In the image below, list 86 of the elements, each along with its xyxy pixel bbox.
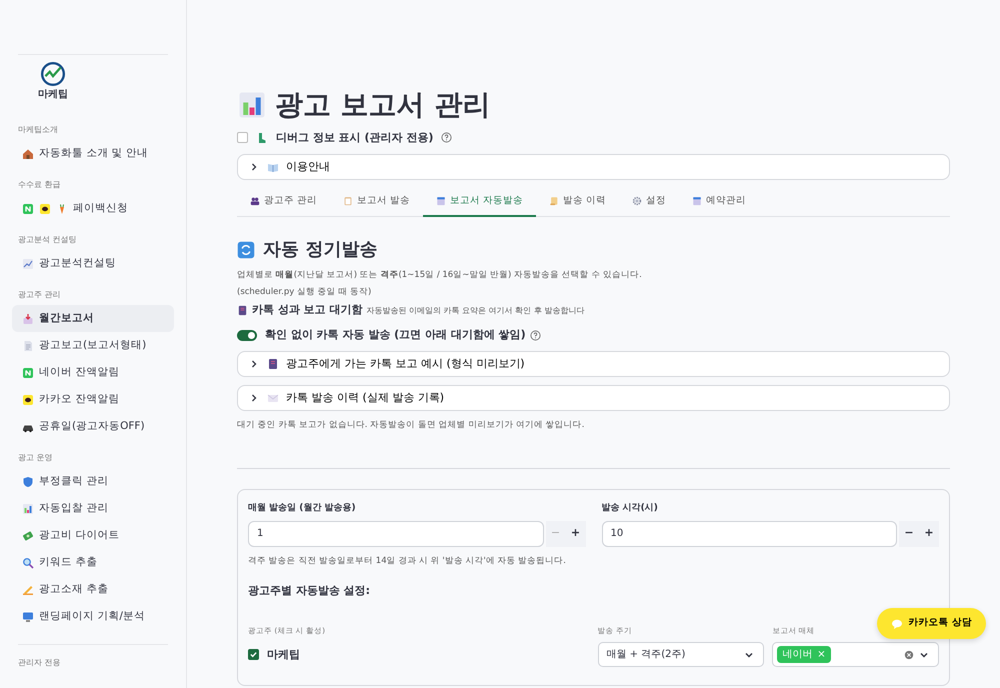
cycle-select[interactable]: 매월 + 격주(2주) bbox=[598, 642, 764, 668]
speech-bubble-icon bbox=[22, 394, 34, 406]
expander[interactable]: 이용안내 bbox=[237, 154, 950, 180]
help-icon bbox=[441, 132, 452, 144]
notebook-icon bbox=[267, 358, 279, 370]
clipboard-icon bbox=[343, 196, 354, 206]
check-icon bbox=[249, 650, 258, 660]
speech-bubble-icon bbox=[890, 618, 903, 630]
bar-chart-icon bbox=[237, 90, 267, 120]
money-icon bbox=[22, 530, 34, 542]
sidebar-item[interactable]: 광고비 다이어트 bbox=[12, 522, 174, 549]
sidebar-item[interactable]: 월간보고서 bbox=[12, 305, 174, 332]
number-field[interactable]: 1 bbox=[248, 520, 544, 547]
checkbox[interactable] bbox=[237, 132, 248, 144]
expander[interactable]: 카톡 발송 이력 (실제 발송 기록) bbox=[237, 385, 950, 412]
line-chart-icon bbox=[22, 258, 34, 270]
house-icon bbox=[22, 148, 34, 160]
description: 업체별로 매월(지난달 보고서) 또는 격주(1~15일 / 16일~말일 반월) 자동발송을 선택할 수 있습니다. bbox=[237, 268, 643, 282]
sidebar-heading: 광고 운영 bbox=[18, 452, 54, 464]
sidebar-item[interactable]: 랜딩페이지 기획/분석 bbox=[12, 603, 174, 630]
bar-chart-icon bbox=[22, 502, 34, 514]
inbox-caption: 자동발송된 이메일의 카톡 요약은 여기서 확인 후 발송합니다 bbox=[366, 304, 584, 317]
sidebar-item[interactable]: 공휴일(광고자동OFF) bbox=[12, 413, 174, 440]
calendar-icon bbox=[692, 196, 702, 206]
toggle-switch[interactable] bbox=[237, 330, 257, 341]
tab[interactable]: 설정 bbox=[619, 188, 680, 218]
subheading: 광고주별 자동발송 설정: bbox=[248, 583, 372, 600]
minus-button[interactable]: − bbox=[899, 520, 919, 547]
sidebar-heading: 마케팁소개 bbox=[18, 124, 59, 136]
expander[interactable]: 광고주에게 가는 카톡 보고 예시 (형식 미리보기) bbox=[237, 351, 950, 378]
letter-badge-icon bbox=[22, 366, 34, 378]
number-field[interactable]: 10 bbox=[602, 520, 897, 547]
open-book-icon bbox=[267, 161, 279, 174]
clear-icon bbox=[904, 650, 914, 660]
scroll-icon bbox=[549, 196, 560, 206]
inbox-tray-icon bbox=[22, 312, 34, 324]
checkbox-label: 디버그 정보 표시 (관리자 전용) bbox=[276, 130, 434, 146]
hint-text: 격주 발송은 직전 발송일로부터 14일 경과 시 위 '발송 시각'에 자동 발송됩니다. bbox=[248, 554, 567, 568]
sidebar-item[interactable]: 네이버 잔액알림 bbox=[12, 359, 174, 386]
sidebar-heading: 관리자 전용 bbox=[18, 657, 62, 669]
sidebar-item[interactable]: 광고분석컨설팅 bbox=[12, 250, 174, 277]
sidebar-item[interactable]: 자동입찰 관리 bbox=[12, 495, 174, 522]
search-icon bbox=[22, 556, 34, 568]
shield-icon bbox=[22, 476, 34, 488]
chat-button[interactable]: 카카오톡 상담 bbox=[876, 608, 986, 639]
checkbox[interactable] bbox=[248, 649, 259, 660]
envelope-icon bbox=[267, 392, 279, 404]
advertiser-name: 마케팁 bbox=[267, 646, 300, 663]
notebook-icon bbox=[237, 305, 248, 316]
sidebar-item[interactable]: 광고소재 추출 bbox=[12, 576, 174, 603]
tab[interactable]: 광고주 관리 bbox=[237, 188, 330, 218]
logo-text: 마케팁 bbox=[38, 88, 68, 102]
plus-button[interactable]: + bbox=[566, 520, 586, 547]
field-label: 매월 발송일 (월간 발송용) bbox=[248, 502, 357, 516]
sidebar-item[interactable]: 부정클릭 관리 bbox=[12, 468, 174, 495]
sidebar-item[interactable]: 페이백신청 bbox=[12, 195, 174, 222]
plus-button[interactable]: + bbox=[919, 520, 939, 547]
tab[interactable]: 예약관리 bbox=[679, 188, 760, 218]
monitor-icon bbox=[22, 610, 34, 622]
refresh-icon bbox=[237, 241, 255, 260]
note-text: (scheduler.py 실행 중일 때 동작) bbox=[237, 286, 372, 298]
tab[interactable]: 발송 이력 bbox=[536, 188, 620, 218]
sidebar-item[interactable]: 자동화툴 소개 및 안내 bbox=[12, 140, 174, 167]
document-icon bbox=[22, 340, 34, 352]
logo-icon bbox=[40, 61, 66, 87]
section-title: 자동 정기발송 bbox=[263, 239, 378, 261]
inbox-title: 카톡 성과 보고 대기함 bbox=[252, 302, 362, 318]
page-title: 광고 보고서 관리 bbox=[275, 88, 490, 122]
empty-message: 대기 중인 카톡 보고가 없습니다. 자동발송이 돌면 업체별 미리보기가 여기에 쌓입니다. bbox=[237, 419, 586, 432]
sidebar-item[interactable]: 카카오 잔액알림 bbox=[12, 386, 174, 413]
media-tag: 네이버 × bbox=[777, 646, 831, 664]
speech-bubble-icon bbox=[39, 202, 51, 214]
sidebar-item[interactable]: 광고보고(보고서형태) bbox=[12, 332, 174, 359]
toggle-label: 확인 없이 카톡 자동 발송 (끄면 아래 대기함에 쌓임) bbox=[265, 326, 526, 343]
people-icon bbox=[250, 196, 260, 206]
gear-icon bbox=[632, 196, 642, 206]
tab[interactable]: 보고서 자동발송 bbox=[423, 188, 536, 218]
sidebar-heading: 수수료 환급 bbox=[18, 179, 62, 191]
help-icon bbox=[530, 330, 541, 341]
sidebar-item[interactable]: 키워드 추출 bbox=[12, 549, 174, 576]
tab[interactable]: 보고서 발송 bbox=[330, 188, 424, 218]
letter-badge-icon bbox=[22, 202, 34, 214]
sidebar-heading: 광고분석 컨설팅 bbox=[18, 234, 78, 246]
field-label: 발송 시각(시) bbox=[602, 502, 659, 516]
calendar-icon bbox=[436, 196, 446, 206]
sidebar-heading: 광고주 관리 bbox=[18, 289, 62, 301]
